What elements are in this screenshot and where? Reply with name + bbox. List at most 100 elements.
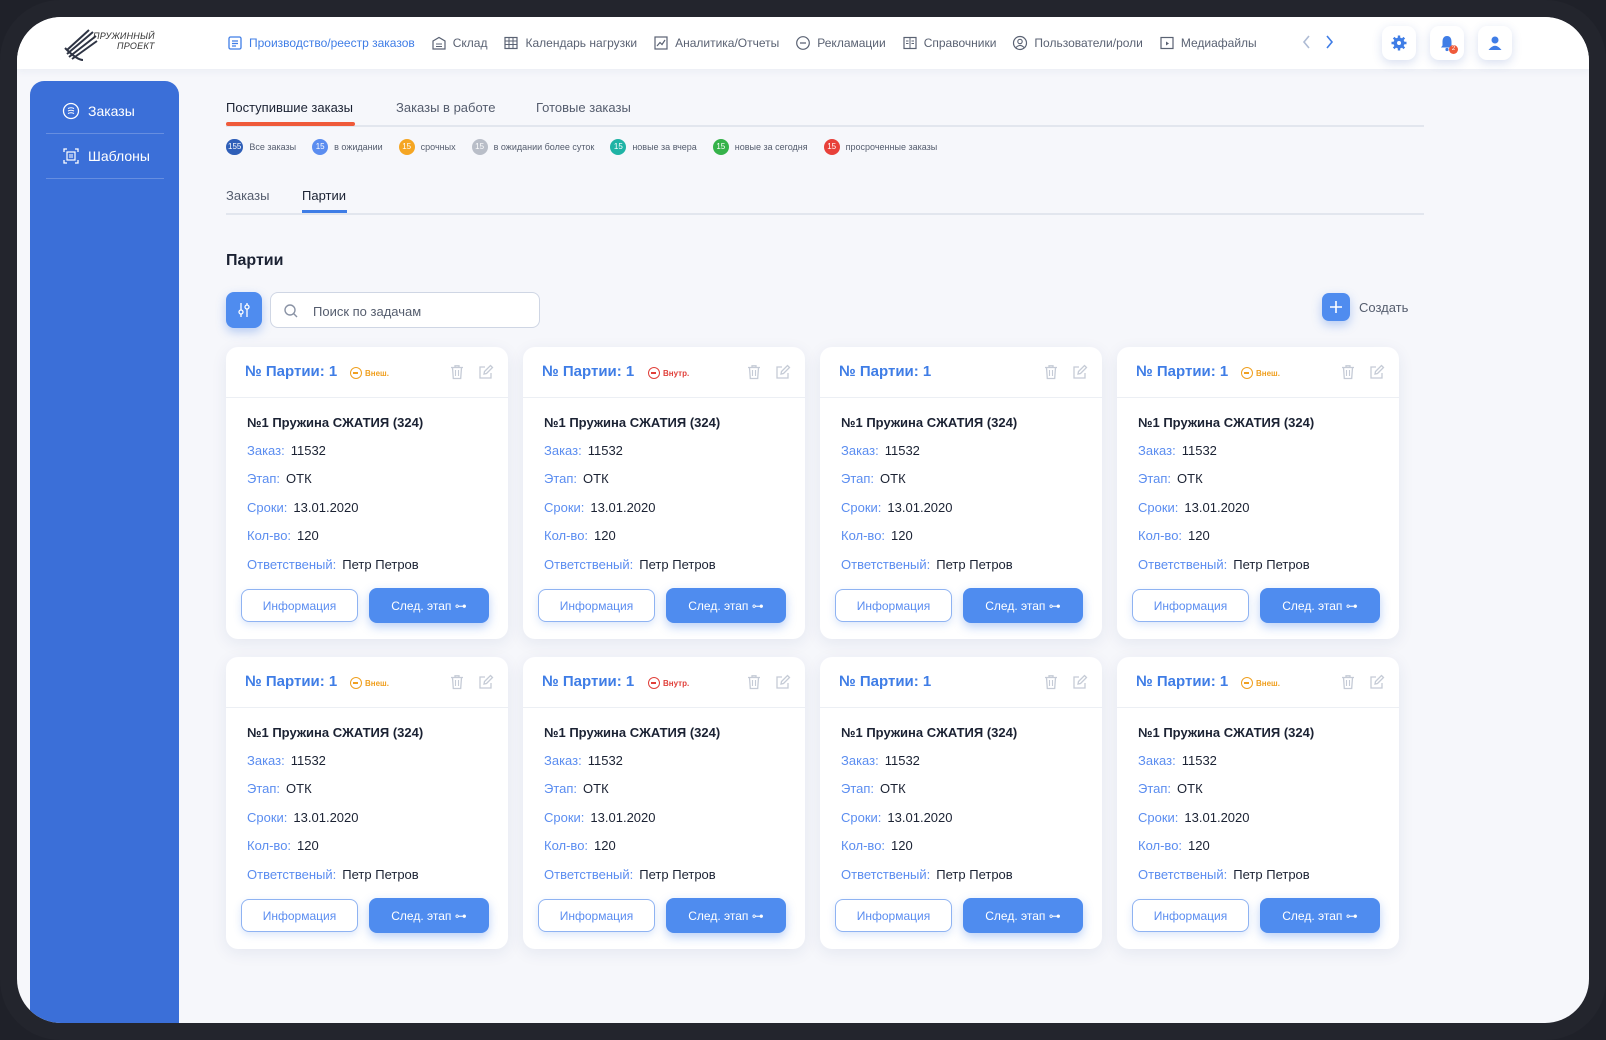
logo-line2: ПРОЕКТ	[117, 41, 155, 51]
delete-button[interactable]	[1341, 364, 1355, 385]
delete-button[interactable]	[1044, 364, 1058, 385]
stat-waiting-over-day[interactable]: 15 в ожидании более суток	[471, 139, 594, 155]
tab-incoming-orders[interactable]: Поступившие заказы	[226, 100, 353, 115]
nav-item-users[interactable]: Пользователи/роли	[1012, 35, 1143, 51]
qty-label: Кол-во:	[247, 838, 292, 853]
sidebar-item-templates[interactable]: Шаблоны	[46, 134, 164, 179]
stat-waiting[interactable]: 15 в ожидании	[312, 139, 383, 155]
edit-button[interactable]	[1072, 364, 1088, 385]
next-stage-button[interactable]: След. этап ⊶	[1260, 898, 1380, 933]
responsible-value: Петр Петров	[1233, 557, 1310, 572]
active-tab-indicator	[226, 122, 355, 126]
edit-button[interactable]	[478, 364, 494, 385]
next-stage-button[interactable]: След. этап ⊶	[369, 898, 489, 933]
edit-button[interactable]	[775, 364, 791, 385]
edit-button[interactable]	[1369, 674, 1385, 695]
info-button[interactable]: Информация	[241, 589, 358, 622]
stat-new-today[interactable]: 15 новые за сегодня	[712, 139, 808, 155]
stat-label: новые за сегодня	[734, 142, 808, 152]
delete-button[interactable]	[747, 674, 761, 695]
stat-urgent[interactable]: 15 срочных	[398, 139, 456, 155]
delete-button[interactable]	[450, 364, 464, 385]
nav-label: Календарь нагрузки	[525, 36, 638, 50]
calendar-icon	[504, 36, 519, 50]
stat-count: 15	[312, 139, 329, 155]
info-button[interactable]: Информация	[1132, 899, 1249, 932]
nav-item-analytics[interactable]: Аналитика/Отчеты	[653, 35, 779, 51]
warehouse-icon	[432, 36, 446, 50]
delete-button[interactable]	[450, 674, 464, 695]
info-button[interactable]: Информация	[538, 589, 655, 622]
filter-button[interactable]	[226, 292, 262, 328]
next-stage-button[interactable]: След. этап ⊶	[963, 898, 1083, 933]
nav-prev-button[interactable]	[1301, 34, 1311, 55]
tab-ready-orders[interactable]: Готовые заказы	[536, 100, 631, 115]
edit-icon	[1073, 364, 1088, 379]
responsible-value: Петр Петров	[342, 557, 419, 572]
profile-button[interactable]	[1478, 26, 1512, 60]
batch-type-tag: Внеш.	[350, 367, 389, 379]
info-button[interactable]: Информация	[835, 899, 952, 932]
settings-button[interactable]	[1382, 26, 1416, 60]
book-icon	[903, 36, 917, 50]
nav-item-claims[interactable]: Рекламации	[795, 35, 886, 51]
delete-button[interactable]	[1341, 674, 1355, 695]
top-bar: ПРУЖИННЫЙ ПРОЕКТ Производство/реестр зак…	[17, 17, 1589, 69]
nav-item-calendar[interactable]: Календарь нагрузки	[503, 35, 637, 51]
stat-all-orders[interactable]: 155 Все заказы	[226, 139, 296, 155]
order-label: Заказ:	[841, 753, 879, 768]
trash-icon	[1045, 365, 1057, 380]
create-button[interactable]: Создать	[1322, 293, 1408, 321]
qty-label: Кол-во:	[544, 838, 589, 853]
next-stage-button[interactable]: След. этап ⊶	[963, 588, 1083, 623]
sidebar-item-orders[interactable]: Заказы	[46, 89, 164, 134]
tab-orders[interactable]: Заказы	[226, 188, 269, 203]
deadline-value: 13.01.2020	[293, 810, 359, 825]
logo-text: ПРУЖИННЫЙ ПРОЕКТ	[93, 31, 155, 51]
stage-value: ОТК	[880, 781, 906, 796]
batch-type-label: Внеш.	[365, 678, 389, 688]
info-button[interactable]: Информация	[835, 589, 952, 622]
next-stage-button[interactable]: След. этап ⊶	[1260, 588, 1380, 623]
notifications-button[interactable]: 2	[1430, 26, 1464, 60]
edit-button[interactable]	[1369, 364, 1385, 385]
batch-type-tag: Внеш.	[1241, 367, 1280, 379]
card-header: № Партии: 1	[820, 657, 1102, 708]
app-screen: ПРУЖИННЫЙ ПРОЕКТ Производство/реестр зак…	[17, 17, 1589, 1023]
deadline-label: Сроки:	[841, 500, 882, 515]
nav-item-registry[interactable]: Производство/реестр заказов	[227, 35, 415, 51]
top-actions: 2	[1382, 26, 1526, 60]
nav-item-media[interactable]: Медиафайлы	[1159, 35, 1257, 51]
info-button[interactable]: Информация	[241, 899, 358, 932]
trash-icon	[451, 365, 463, 380]
info-button[interactable]: Информация	[1132, 589, 1249, 622]
trash-icon	[1342, 675, 1354, 690]
info-button[interactable]: Информация	[538, 899, 655, 932]
batch-type-label: Внеш.	[365, 368, 389, 378]
search-input[interactable]	[311, 301, 535, 321]
edit-button[interactable]	[478, 674, 494, 695]
nav-next-button[interactable]	[1325, 34, 1335, 55]
next-stage-button[interactable]: След. этап ⊶	[666, 898, 786, 933]
stat-overdue[interactable]: 15 просроченные заказы	[823, 139, 937, 155]
edit-icon	[776, 364, 791, 379]
stage-value: ОТК	[880, 471, 906, 486]
responsible-row: Ответственый: Петр Петров	[841, 557, 1013, 572]
next-stage-button[interactable]: След. этап ⊶	[666, 588, 786, 623]
next-stage-button[interactable]: След. этап ⊶	[369, 588, 489, 623]
delete-button[interactable]	[747, 364, 761, 385]
stage-row: Этап: ОТК	[1138, 781, 1203, 796]
delete-button[interactable]	[1044, 674, 1058, 695]
nav-label: Склад	[452, 36, 488, 50]
nav-item-warehouse[interactable]: Склад	[431, 35, 488, 51]
order-row: Заказ: 11532	[1138, 753, 1217, 768]
tab-orders-in-work[interactable]: Заказы в работе	[396, 100, 495, 115]
nav-item-directories[interactable]: Справочники	[902, 35, 996, 51]
edit-button[interactable]	[775, 674, 791, 695]
tab-batches[interactable]: Партии	[302, 188, 346, 203]
edit-button[interactable]	[1072, 674, 1088, 695]
logo[interactable]: ПРУЖИННЫЙ ПРОЕКТ	[63, 25, 163, 63]
stat-new-yesterday[interactable]: 15 новые за вчера	[610, 139, 697, 155]
analytics-icon	[654, 36, 668, 50]
responsible-label: Ответственый:	[841, 557, 931, 572]
